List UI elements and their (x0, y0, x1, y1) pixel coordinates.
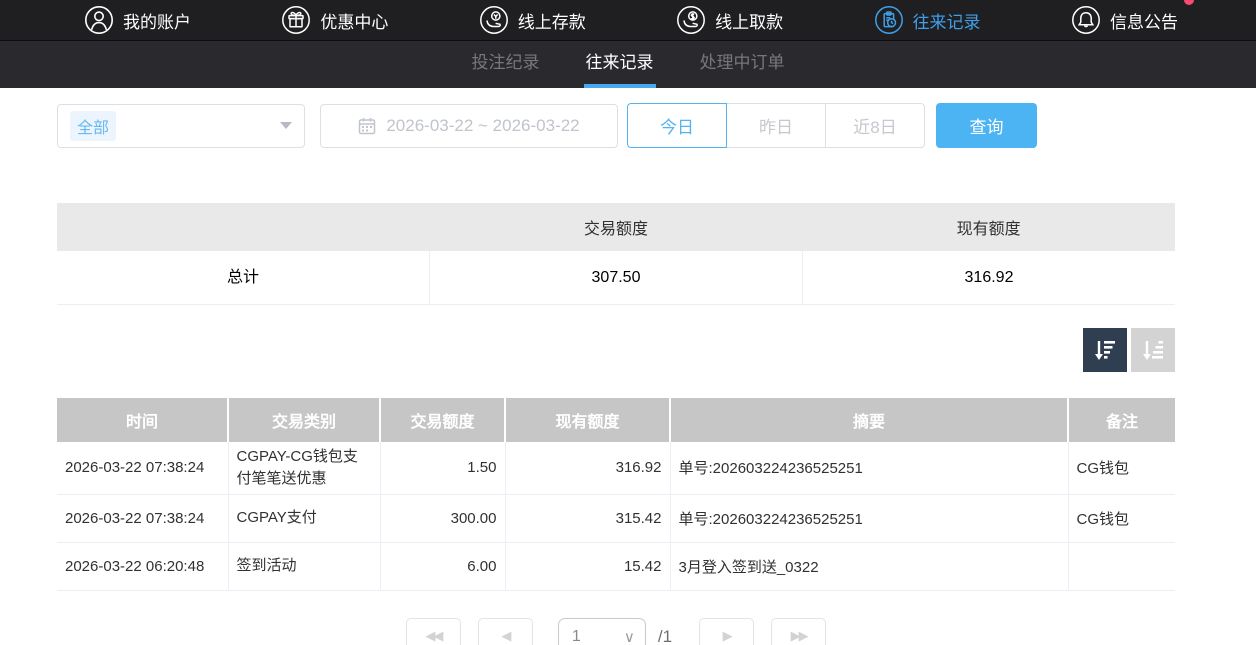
cell-summary: 单号:202603224236525251 (670, 442, 1068, 494)
notification-dot (1184, 0, 1194, 5)
records-table: 时间 交易类别 交易额度 现有额度 摘要 备注 2026-03-22 07:38… (57, 398, 1175, 591)
table-row: 2026-03-22 07:38:24 CGPAY-CG钱包支付笔笔送优惠 1.… (57, 442, 1175, 494)
cell-time: 2026-03-22 07:38:24 (57, 442, 228, 494)
chevron-down-icon (280, 122, 292, 129)
cell-balance: 316.92 (505, 442, 670, 494)
cell-type: CGPAY支付 (228, 494, 380, 542)
summary-total-label: 总计 (57, 251, 430, 304)
type-select[interactable]: 全部 (57, 104, 305, 148)
cell-amount: 1.50 (380, 442, 505, 494)
main-content: 全部 2026-03-22 ~ 2026-03-22 今日 昨日 近8日 查询 (57, 103, 1175, 645)
summary-header-balance: 现有额度 (802, 215, 1175, 239)
nav-label: 优惠中心 (320, 8, 388, 33)
header-balance: 现有额度 (505, 398, 670, 442)
sub-tab-bar: 投注纪录 往来记录 处理中订单 (0, 41, 1256, 88)
header-type: 交易类别 (228, 398, 380, 442)
cell-note (1068, 542, 1175, 590)
gift-icon (281, 5, 311, 35)
summary-table: 交易额度 现有额度 总计 307.50 316.92 (57, 203, 1175, 305)
table-row: 2026-03-22 07:38:24 CGPAY支付 300.00 315.4… (57, 494, 1175, 542)
nav-label: 往来记录 (913, 8, 981, 33)
date-range-input[interactable]: 2026-03-22 ~ 2026-03-22 (320, 104, 618, 148)
summary-total-transaction: 307.50 (430, 251, 803, 304)
cell-note: CG钱包 (1068, 494, 1175, 542)
nav-label: 信息公告 (1110, 8, 1178, 33)
date-range-value: 2026-03-22 ~ 2026-03-22 (386, 116, 579, 136)
quick-range-group: 今日 昨日 近8日 (627, 103, 925, 148)
cell-type: 签到活动 (228, 542, 380, 590)
cell-note: CG钱包 (1068, 442, 1175, 494)
header-time: 时间 (57, 398, 228, 442)
cell-time: 2026-03-22 06:20:48 (57, 542, 228, 590)
yesterday-button[interactable]: 昨日 (726, 103, 826, 148)
type-select-value: 全部 (70, 111, 116, 141)
tab-transaction-records[interactable]: 往来记录 (584, 41, 656, 88)
previous-page-button[interactable]: ◀ (478, 618, 533, 645)
last-8-days-button[interactable]: 近8日 (825, 103, 925, 148)
nav-label: 线上存款 (518, 8, 586, 33)
cell-summary: 单号:202603224236525251 (670, 494, 1068, 542)
records-icon (874, 5, 904, 35)
summary-total-balance: 316.92 (803, 251, 1175, 304)
calendar-icon (358, 117, 376, 135)
summary-header-row: 交易额度 现有额度 (57, 203, 1175, 251)
cell-time: 2026-03-22 07:38:24 (57, 494, 228, 542)
nav-item-online-withdrawal[interactable]: 线上取款 (676, 5, 783, 35)
sort-controls (57, 328, 1175, 372)
nav-item-transaction-records[interactable]: 往来记录 (874, 5, 981, 35)
nav-label: 我的账户 (123, 8, 191, 33)
nav-label: 线上取款 (715, 8, 783, 33)
chevron-down-icon: ∨ (624, 628, 635, 645)
header-note: 备注 (1068, 398, 1175, 442)
summary-total-row: 总计 307.50 316.92 (57, 251, 1175, 305)
first-page-button[interactable]: ◀◀ (406, 618, 461, 645)
page-total-label: /1 (658, 618, 672, 645)
filter-row: 全部 2026-03-22 ~ 2026-03-22 今日 昨日 近8日 查询 (57, 103, 1175, 148)
next-page-button[interactable]: ▶ (699, 618, 754, 645)
cell-balance: 315.42 (505, 494, 670, 542)
summary-header-transaction: 交易额度 (430, 215, 803, 239)
last-page-button[interactable]: ▶▶ (771, 618, 826, 645)
user-icon (84, 5, 114, 35)
withdraw-icon (676, 5, 706, 35)
sort-descending-button[interactable] (1083, 328, 1127, 372)
top-nav: 我的账户 优惠中心 线上存款 线上取款 (0, 0, 1256, 41)
nav-item-my-account[interactable]: 我的账户 (84, 5, 191, 35)
sort-ascending-button[interactable] (1131, 328, 1175, 372)
page-select[interactable]: 1 ∨ (558, 618, 646, 645)
sort-ascending-icon (1139, 336, 1167, 364)
cell-balance: 15.42 (505, 542, 670, 590)
sort-descending-icon (1091, 336, 1119, 364)
pagination: ◀◀ ◀ 1 ∨ /1 ▶ ▶▶ (57, 618, 1175, 645)
cell-amount: 300.00 (380, 494, 505, 542)
nav-item-announcements[interactable]: 信息公告 (1071, 5, 1178, 35)
deposit-icon (479, 5, 509, 35)
cell-type: CGPAY-CG钱包支付笔笔送优惠 (228, 442, 380, 494)
header-summary: 摘要 (670, 398, 1068, 442)
cell-summary: 3月登入签到送_0322 (670, 542, 1068, 590)
tab-betting-records[interactable]: 投注纪录 (470, 41, 542, 88)
search-button[interactable]: 查询 (936, 103, 1037, 148)
header-amount: 交易额度 (380, 398, 505, 442)
records-header-row: 时间 交易类别 交易额度 现有额度 摘要 备注 (57, 398, 1175, 442)
nav-item-promotions[interactable]: 优惠中心 (281, 5, 388, 35)
table-row: 2026-03-22 06:20:48 签到活动 6.00 15.42 3月登入… (57, 542, 1175, 590)
page-select-value: 1 (572, 628, 581, 645)
today-button[interactable]: 今日 (627, 103, 727, 148)
cell-amount: 6.00 (380, 542, 505, 590)
bell-icon (1071, 5, 1101, 35)
tab-processing-orders[interactable]: 处理中订单 (698, 41, 787, 88)
nav-item-online-deposit[interactable]: 线上存款 (479, 5, 586, 35)
